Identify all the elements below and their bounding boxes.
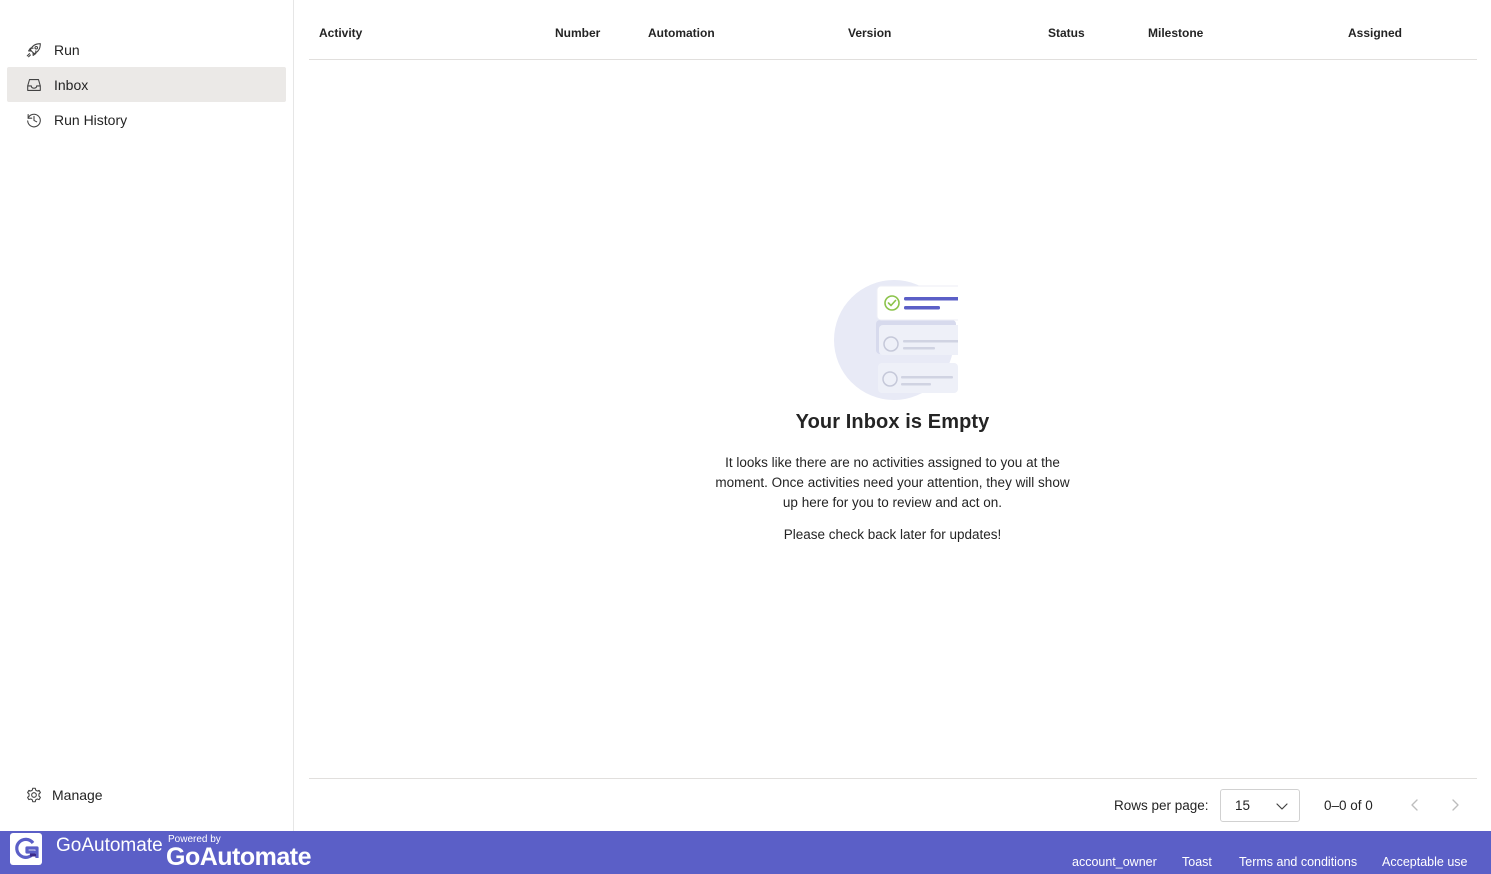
next-page-button[interactable]	[1445, 795, 1465, 815]
sidebar: Run Inbox Run History Manage	[0, 0, 294, 831]
gear-icon	[25, 786, 43, 804]
empty-state: Your Inbox is Empty It looks like there …	[294, 278, 1491, 542]
sidebar-item-run-history[interactable]: Run History	[7, 102, 286, 137]
empty-state-description: It looks like there are no activities as…	[715, 455, 1070, 510]
brand-logo: GoAutomate	[166, 843, 312, 871]
history-icon	[25, 111, 43, 129]
empty-state-title: Your Inbox is Empty	[795, 411, 990, 433]
sidebar-item-manage[interactable]: Manage	[7, 777, 286, 813]
app-name: GoAutomate	[56, 835, 163, 856]
footer-bar: GoAutomate Powered by GoAutomate account…	[0, 831, 1491, 874]
footer-link-acceptable-use[interactable]: Acceptable use	[1382, 855, 1467, 869]
column-header-status[interactable]: Status	[1048, 26, 1085, 40]
rows-per-page-value: 15	[1235, 798, 1251, 813]
footer-link-account-owner[interactable]: account_owner	[1072, 855, 1157, 869]
manage-label: Manage	[52, 787, 103, 803]
column-header-version[interactable]: Version	[848, 26, 891, 40]
column-header-activity[interactable]: Activity	[319, 26, 362, 40]
sidebar-item-inbox[interactable]: Inbox	[7, 67, 286, 102]
rows-per-page-label: Rows per page:	[1114, 798, 1209, 813]
column-header-assigned[interactable]: Assigned	[1348, 26, 1402, 40]
pagination: Rows per page: 15 0–0 of 0	[309, 778, 1477, 831]
sidebar-item-label: Run	[54, 41, 80, 58]
inbox-icon	[25, 76, 43, 94]
previous-page-button[interactable]	[1405, 795, 1425, 815]
main-content: Activity Number Automation Version Statu…	[294, 0, 1491, 831]
empty-inbox-illustration	[828, 278, 975, 403]
rows-per-page-select[interactable]: 15	[1220, 789, 1300, 822]
app-logo-icon	[10, 833, 42, 865]
empty-state-note: Please check back later for updates!	[783, 527, 1002, 542]
column-header-automation[interactable]: Automation	[648, 26, 715, 40]
footer-link-terms[interactable]: Terms and conditions	[1239, 855, 1357, 869]
column-header-number[interactable]: Number	[555, 26, 600, 40]
chevron-right-icon	[1452, 799, 1459, 811]
pagination-range: 0–0 of 0	[1324, 798, 1373, 813]
sidebar-item-label: Inbox	[54, 76, 89, 93]
sidebar-item-label: Run History	[54, 111, 128, 128]
chevron-left-icon	[1411, 799, 1418, 811]
sidebar-nav: Run Inbox Run History	[7, 32, 286, 137]
table-header: Activity Number Automation Version Statu…	[309, 0, 1477, 60]
rocket-icon	[25, 41, 43, 59]
sidebar-item-run[interactable]: Run	[7, 32, 286, 67]
chevron-down-icon	[1276, 803, 1288, 810]
footer-link-toast[interactable]: Toast	[1182, 855, 1212, 869]
column-header-milestone[interactable]: Milestone	[1148, 26, 1203, 40]
